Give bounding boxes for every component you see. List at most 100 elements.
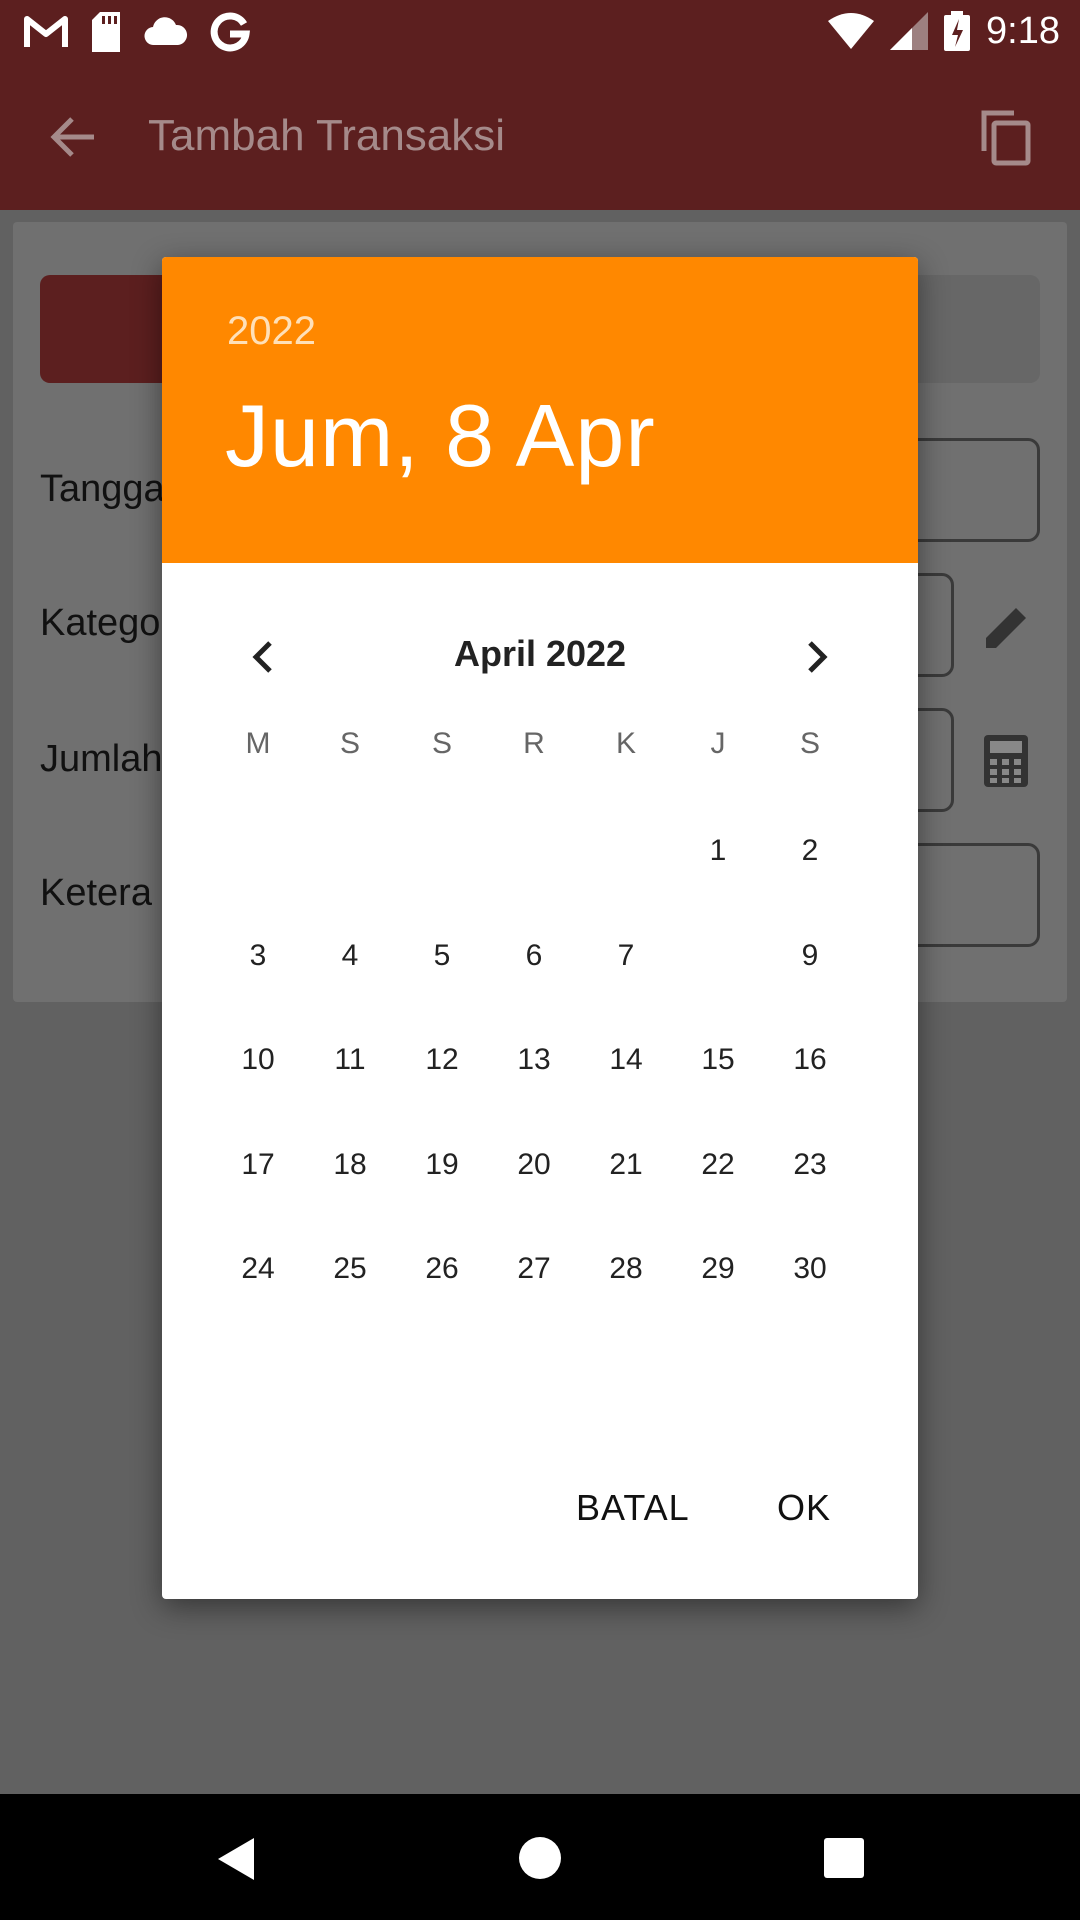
calendar-day-number: 30 — [793, 1252, 827, 1285]
sd-card-icon — [92, 12, 120, 52]
arrow-back-icon[interactable] — [44, 108, 102, 166]
weekday-header: J — [710, 727, 726, 760]
calendar-day[interactable]: 5 — [396, 904, 488, 1008]
label-kategori: Katego — [40, 602, 161, 644]
calendar-day[interactable]: 17 — [212, 1113, 304, 1217]
calendar-day[interactable]: 27 — [488, 1217, 580, 1321]
cancel-button[interactable]: BATAL — [576, 1487, 690, 1529]
calendar-day-number: 12 — [425, 1043, 459, 1076]
calendar-day-number: 3 — [249, 938, 267, 972]
calendar-day[interactable]: 21 — [580, 1113, 672, 1217]
calendar-day-number: 29 — [701, 1252, 735, 1285]
calendar-day-number: 15 — [701, 1043, 735, 1076]
calendar-day[interactable]: 26 — [396, 1217, 488, 1321]
calendar-day[interactable]: 18 — [304, 1113, 396, 1217]
label-keterangan: Ketera — [40, 872, 152, 914]
back-triangle-icon[interactable] — [214, 1836, 258, 1882]
app-bar: Tambah Transaksi — [0, 63, 1080, 210]
calendar-day-number: 14 — [609, 1043, 643, 1076]
google-icon — [210, 12, 250, 52]
calendar-day[interactable]: 20 — [488, 1113, 580, 1217]
ok-button[interactable]: OK — [777, 1487, 831, 1529]
calendar-day[interactable]: 19 — [396, 1113, 488, 1217]
calendar-day[interactable]: 23 — [764, 1113, 856, 1217]
calendar-day-number: 25 — [333, 1252, 367, 1285]
calendar-day-number: 17 — [241, 1147, 275, 1181]
calendar-day-number: 23 — [793, 1147, 827, 1181]
calendar-day-number: 13 — [517, 1043, 551, 1076]
chevron-right-icon[interactable] — [794, 635, 838, 679]
calendar-day[interactable]: 25 — [304, 1217, 396, 1321]
calendar-day-number: 7 — [617, 938, 635, 972]
status-bar-system: 9:18 — [828, 8, 1060, 54]
label-tanggal: Tangga — [40, 468, 165, 510]
label-jumlah: Jumlah — [40, 738, 163, 780]
calendar-day[interactable]: 24 — [212, 1217, 304, 1321]
month-navigation: April 2022 — [162, 615, 918, 695]
signal-icon — [890, 12, 929, 50]
calendar-day-number: 26 — [425, 1252, 459, 1285]
calendar-day[interactable]: 9 — [764, 904, 856, 1008]
calendar-day[interactable]: 29 — [672, 1217, 764, 1321]
navigation-bar — [0, 1794, 1080, 1920]
selected-date-label: Jum, 8 Apr — [225, 386, 656, 485]
calendar-day-number: 6 — [525, 938, 543, 972]
page-title: Tambah Transaksi — [148, 111, 506, 160]
calendar-day[interactable]: 11 — [304, 1008, 396, 1112]
copy-icon[interactable] — [976, 107, 1036, 167]
calendar-day-number: 28 — [609, 1252, 643, 1285]
recents-square-icon[interactable] — [824, 1838, 864, 1878]
calendar-day-number: 9 — [801, 938, 819, 972]
year-label[interactable]: 2022 — [227, 309, 316, 354]
date-picker-dialog: 2022 Jum, 8 Apr April 2022 MSSRKJS123456… — [162, 257, 918, 1599]
cloud-icon — [144, 17, 188, 46]
calendar-day-number: 22 — [701, 1147, 735, 1181]
weekday-header: S — [799, 727, 820, 760]
weekday-header: S — [339, 727, 360, 760]
calendar-day-number: 19 — [425, 1147, 459, 1181]
calendar-day-number: 5 — [433, 938, 451, 972]
calendar-day[interactable]: 12 — [396, 1008, 488, 1112]
calendar-day[interactable]: 30 — [764, 1217, 856, 1321]
calendar-day[interactable]: 14 — [580, 1008, 672, 1112]
calendar-day[interactable]: 15 — [672, 1008, 764, 1112]
weekday-header: K — [615, 727, 636, 760]
calendar-day[interactable]: 2 — [764, 799, 856, 903]
date-picker-header: 2022 Jum, 8 Apr — [162, 257, 918, 563]
calendar-day[interactable]: 6 — [488, 904, 580, 1008]
battery-charging-icon — [944, 11, 971, 51]
wifi-icon — [828, 13, 875, 49]
calendar-day[interactable]: 7 — [580, 904, 672, 1008]
edit-pencil-icon[interactable] — [978, 600, 1034, 656]
calculator-icon[interactable] — [978, 733, 1034, 789]
calendar-day[interactable]: 22 — [672, 1113, 764, 1217]
weekday-header: R — [523, 727, 545, 760]
status-bar-notifications — [24, 10, 250, 54]
calendar-day-selected[interactable]: 8 — [666, 903, 770, 1008]
status-time: 9:18 — [986, 9, 1060, 52]
weekday-header: S — [431, 727, 452, 760]
calendar-day-number: 20 — [517, 1147, 551, 1181]
status-bar: 9:18 — [0, 0, 1080, 63]
calendar-day[interactable]: 10 — [212, 1008, 304, 1112]
calendar-day-number: 11 — [334, 1043, 366, 1076]
calendar-day[interactable]: 3 — [212, 904, 304, 1008]
calendar-day-number: 21 — [609, 1147, 643, 1181]
gmail-icon — [24, 16, 68, 47]
calendar-day[interactable]: 16 — [764, 1008, 856, 1112]
calendar-day[interactable]: 1 — [672, 799, 764, 903]
calendar-day[interactable]: 13 — [488, 1008, 580, 1112]
calendar-day-number: 8 — [709, 938, 727, 972]
calendar-day-number: 1 — [709, 834, 727, 867]
calendar-day-number: 4 — [341, 938, 359, 972]
calendar-day-number: 2 — [801, 834, 819, 867]
calendar-day[interactable]: 28 — [580, 1217, 672, 1321]
calendar-day-number: 27 — [517, 1252, 551, 1285]
calendar-day-number: 18 — [333, 1147, 367, 1181]
calendar-day-number: 16 — [793, 1043, 827, 1076]
weekday-header: M — [245, 727, 271, 760]
calendar-day[interactable]: 4 — [304, 904, 396, 1008]
calendar-day-number: 24 — [241, 1252, 275, 1285]
home-circle-icon[interactable] — [518, 1836, 562, 1880]
calendar-day-number: 10 — [241, 1043, 275, 1076]
